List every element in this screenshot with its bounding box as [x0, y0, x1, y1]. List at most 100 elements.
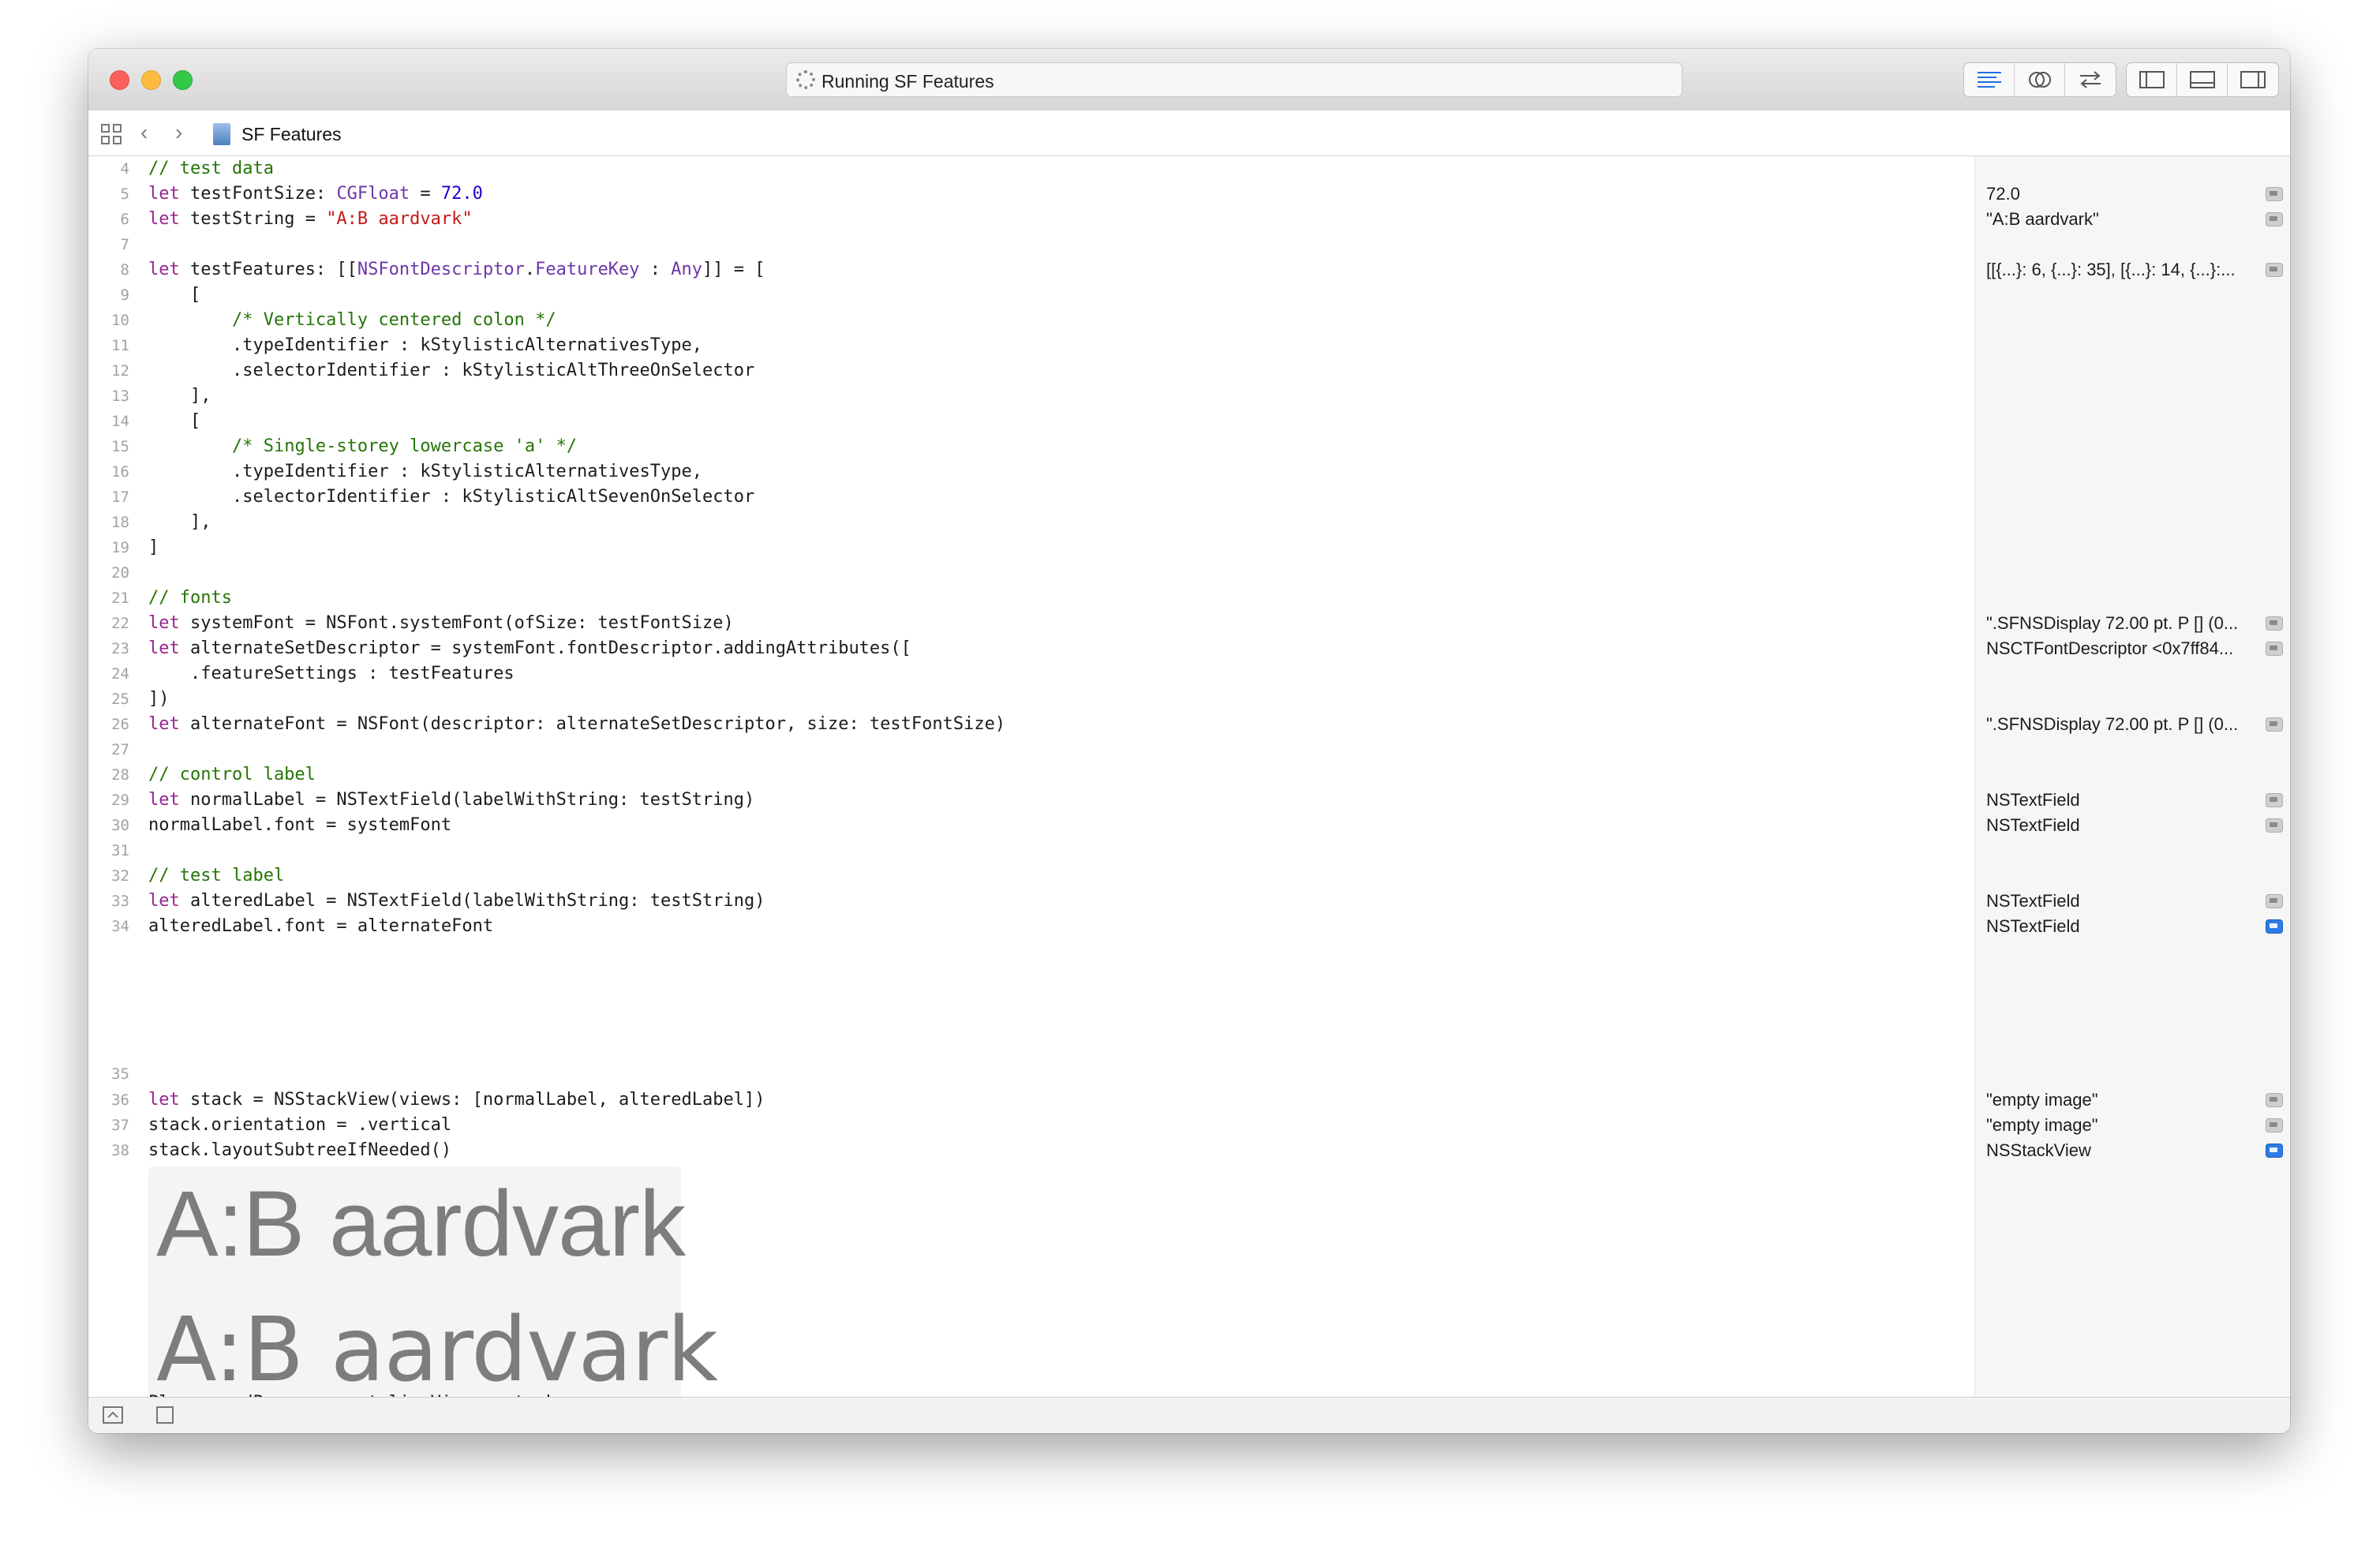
code-text: let normalLabel = NSTextField(labelWithS… [148, 788, 754, 813]
result-value: NSTextField [1986, 815, 2080, 835]
close-window-button[interactable] [110, 70, 129, 90]
result-inline-toggle-icon[interactable] [2266, 717, 2283, 732]
utilities-toggle-icon[interactable] [2228, 63, 2278, 96]
code-token: ]) [148, 689, 170, 709]
navigator-toggle-icon[interactable] [2127, 63, 2177, 96]
code-token: testFeatures: [[ [179, 260, 357, 279]
jump-bar: ‹ › SF Features [88, 110, 2290, 156]
code-line[interactable]: 29 let normalLabel = NSTextField(labelWit… [88, 788, 1974, 813]
result-inline-toggle-icon[interactable] [2266, 793, 2283, 807]
code-line[interactable]: 36 let stack = NSStackView(views: [normal… [88, 1087, 1974, 1113]
line-number: 14 [111, 413, 129, 430]
code-token: NSFontDescriptor [357, 260, 525, 279]
code-line[interactable]: 38 stack.layoutSubtreeIfNeeded() [88, 1138, 1974, 1163]
live-view: A:B aardvark A:B aardvark [148, 1166, 718, 1411]
minimize-window-button[interactable] [141, 70, 161, 90]
forward-chevron-icon[interactable]: › [175, 121, 182, 144]
result-value: ".SFNSDisplay 72.00 pt. P [] (0... [1986, 613, 2239, 633]
view-toggle-segmented-control [2126, 62, 2279, 97]
code-line[interactable]: 35 [88, 1061, 1974, 1087]
code-text: normalLabel.font = systemFont [148, 813, 451, 838]
result-value: ".SFNSDisplay 72.00 pt. P [] (0... [1986, 714, 2239, 734]
code-line[interactable]: 34 alteredLabel.font = alternateFont [88, 914, 1974, 939]
assistant-editor-icon[interactable] [2015, 63, 2065, 96]
code-line[interactable]: 33 let alteredLabel = NSTextField(labelWi… [88, 889, 1974, 914]
code-token: "A:B aardvark" [326, 209, 473, 229]
code-line[interactable]: 21 // fonts [88, 586, 1974, 611]
result-inline-toggle-icon[interactable] [2266, 818, 2283, 833]
breadcrumb-file-name[interactable]: SF Features [241, 124, 342, 145]
code-line[interactable]: 14 [ [88, 409, 1974, 434]
result-inline-toggle-active-icon[interactable] [2266, 1144, 2283, 1158]
code-line[interactable]: 20 [88, 560, 1974, 586]
standard-editor-icon[interactable] [1964, 63, 2015, 96]
code-line[interactable]: 16 .typeIdentifier : kStylisticAlternati… [88, 459, 1974, 485]
code-token: // test data [148, 159, 274, 178]
activity-title: Running SF Features [821, 71, 994, 92]
related-items-icon[interactable] [101, 124, 122, 144]
code-line[interactable]: 19] [88, 535, 1974, 560]
code-line[interactable]: 22 let systemFont = NSFont.systemFont(ofS… [88, 611, 1974, 636]
code-token: ] [148, 537, 159, 557]
code-text: let alternateFont = NSFont(descriptor: a… [148, 712, 1005, 737]
code-line[interactable]: 15 /* Single-storey lowercase 'a' */ [88, 434, 1974, 459]
code-text: .featureSettings : testFeatures [148, 661, 515, 687]
result-inline-toggle-icon[interactable] [2266, 1118, 2283, 1132]
code-token: let [148, 891, 180, 911]
line-number: 31 [111, 842, 129, 859]
code-line[interactable]: 32 // test label [88, 863, 1974, 889]
code-line[interactable]: 4 // test data [88, 156, 1974, 182]
code-text: .typeIdentifier : kStylisticAlternatives… [148, 459, 702, 485]
result-inline-toggle-icon[interactable] [2266, 212, 2283, 226]
zoom-window-button[interactable] [173, 70, 193, 90]
result-value: NSTextField [1986, 790, 2080, 810]
result-inline-toggle-icon[interactable] [2266, 1093, 2283, 1107]
code-line[interactable]: 28 // control label [88, 762, 1974, 788]
code-line[interactable]: 27 [88, 737, 1974, 762]
code-token: alteredLabel = NSTextField(labelWithStri… [179, 891, 765, 911]
code-line[interactable]: 23 let alternateSetDescriptor = systemFon… [88, 636, 1974, 661]
code-token: // control label [148, 765, 316, 784]
code-line[interactable]: 31 [88, 838, 1974, 863]
debug-area-toggle-icon[interactable] [2177, 63, 2228, 96]
code-line[interactable]: 25]) [88, 687, 1974, 712]
result-inline-toggle-icon[interactable] [2266, 894, 2283, 908]
code-line[interactable]: 8 let testFeatures: [[NSFontDescriptor.Fe… [88, 257, 1974, 283]
code-token: .selectorIdentifier : kStylisticAltThree… [148, 361, 755, 380]
code-line[interactable]: 24 .featureSettings : testFeatures [88, 661, 1974, 687]
code-text: [ [148, 283, 200, 308]
line-number: 15 [111, 438, 129, 455]
code-line[interactable]: 30 normalLabel.font = systemFont [88, 813, 1974, 838]
code-line[interactable]: 7 [88, 232, 1974, 257]
code-editor[interactable]: A:B aardvark A:B aardvark 4 // test data 5… [88, 156, 1974, 1413]
code-line[interactable]: 6 let testString = "A:B aardvark" [88, 207, 1974, 232]
result-inline-toggle-icon[interactable] [2266, 616, 2283, 631]
code-line[interactable]: 5 let testFontSize: CGFloat = 72.0 [88, 182, 1974, 207]
code-token: .typeIdentifier : kStylisticAlternatives… [148, 335, 702, 355]
line-number: 11 [111, 337, 129, 354]
stop-icon[interactable] [156, 1406, 174, 1424]
code-line[interactable]: 11 .typeIdentifier : kStylisticAlternati… [88, 333, 1974, 358]
line-number: 36 [111, 1091, 129, 1109]
result-inline-toggle-icon[interactable] [2266, 642, 2283, 656]
code-token: let [148, 184, 180, 204]
playground-file-icon [213, 123, 230, 145]
code-token: let [148, 714, 180, 734]
result-inline-toggle-icon[interactable] [2266, 263, 2283, 277]
code-token: let [148, 790, 180, 810]
code-line[interactable]: 9 [ [88, 283, 1974, 308]
code-line[interactable]: 12 .selectorIdentifier : kStylisticAltTh… [88, 358, 1974, 384]
show-debug-area-icon[interactable] [103, 1406, 123, 1424]
code-line[interactable]: 10 /* Vertically centered colon */ [88, 308, 1974, 333]
version-editor-icon[interactable] [2065, 63, 2116, 96]
code-line[interactable]: 26 let alternateFont = NSFont(descriptor:… [88, 712, 1974, 737]
code-line[interactable]: 13 ], [88, 384, 1974, 409]
result-inline-toggle-active-icon[interactable] [2266, 919, 2283, 934]
code-line[interactable]: 17 .selectorIdentifier : kStylisticAltSe… [88, 485, 1974, 510]
code-line[interactable]: 18 ], [88, 510, 1974, 535]
result-inline-toggle-icon[interactable] [2266, 187, 2283, 201]
code-line[interactable]: 37 stack.orientation = .vertical [88, 1113, 1974, 1138]
line-number: 19 [111, 539, 129, 556]
back-chevron-icon[interactable]: ‹ [140, 121, 148, 144]
